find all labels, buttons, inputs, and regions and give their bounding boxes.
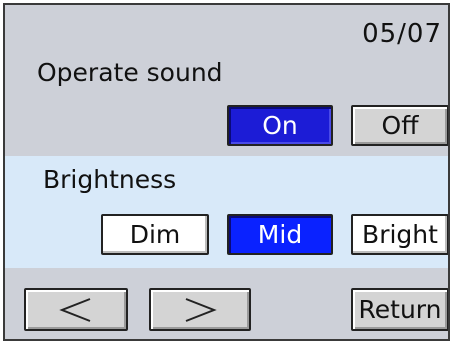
sound-off-button[interactable]: Off	[351, 105, 448, 146]
brightness-mid-button[interactable]: Mid	[227, 214, 333, 255]
chevron-left-icon	[59, 297, 91, 322]
settings-screen: 05/07 Operate sound On Off Brightness Di…	[3, 3, 450, 341]
chevron-right-icon	[185, 297, 217, 322]
page-indicator: 05/07	[362, 19, 442, 49]
sound-on-button[interactable]: On	[227, 105, 333, 146]
next-page-button[interactable]	[149, 288, 251, 331]
brightness-label: Brightness	[43, 165, 177, 194]
previous-page-button[interactable]	[24, 288, 128, 331]
operate-sound-label: Operate sound	[37, 58, 223, 87]
brightness-dim-button[interactable]: Dim	[101, 214, 209, 255]
return-button[interactable]: Return	[351, 288, 448, 331]
brightness-bright-button[interactable]: Bright	[351, 214, 448, 255]
